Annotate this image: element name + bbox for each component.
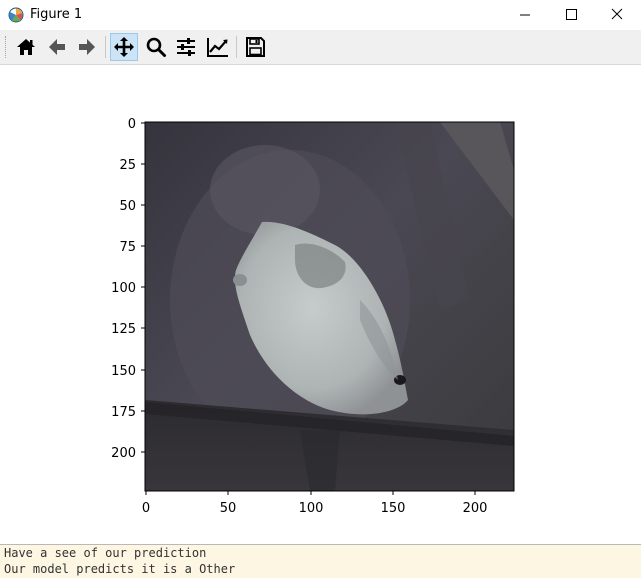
- y-tick-label: 0: [128, 117, 136, 132]
- magnifier-icon: [146, 37, 166, 57]
- x-tick-label: 200: [463, 501, 488, 516]
- y-tick-label: 25: [119, 158, 136, 173]
- subplots-button[interactable]: [172, 33, 200, 61]
- home-icon: [17, 39, 35, 55]
- floppy-disk-icon: [246, 37, 265, 57]
- arrow-left-icon: [49, 39, 65, 55]
- y-tick-label: 125: [111, 322, 136, 337]
- sliders-icon: [177, 38, 195, 56]
- status-line-1: Have a see of our prediction: [4, 546, 207, 560]
- close-icon: [611, 8, 623, 20]
- arrow-right-icon: [79, 39, 95, 55]
- y-tick-label: 200: [111, 446, 136, 461]
- x-tick-label: 100: [299, 501, 324, 516]
- status-area: Have a see of our prediction Our model p…: [0, 544, 641, 578]
- window-title: Figure 1: [30, 7, 83, 22]
- status-line-2: Our model predicts it is a Other: [4, 562, 236, 576]
- edit-axes-button[interactable]: [204, 33, 232, 61]
- save-button[interactable]: [241, 33, 269, 61]
- x-axis: 0 50 100 150 200: [142, 491, 488, 516]
- zoom-button[interactable]: [142, 33, 170, 61]
- x-tick-label: 50: [220, 501, 237, 516]
- maximize-icon: [566, 9, 577, 20]
- navigation-toolbar: [0, 30, 641, 65]
- toolbar-separator: [236, 36, 237, 58]
- line-chart-icon: [207, 38, 228, 57]
- matplotlib-icon: [8, 7, 24, 23]
- axes[interactable]: 0 25 50 75 100 125 150 175 200 0 50 100 …: [0, 65, 641, 544]
- image-display: [145, 122, 514, 491]
- y-tick-label: 75: [119, 240, 136, 255]
- y-axis: 0 25 50 75 100 125 150 175 200: [111, 117, 145, 461]
- y-tick-label: 175: [111, 405, 136, 420]
- y-tick-label: 50: [119, 199, 136, 214]
- y-tick-label: 100: [111, 281, 136, 296]
- close-button[interactable]: [594, 0, 640, 30]
- minimize-button[interactable]: [502, 0, 548, 30]
- toolbar-grip[interactable]: [5, 36, 9, 58]
- pan-button[interactable]: [110, 33, 138, 61]
- title-bar: Figure 1: [0, 0, 641, 30]
- home-button[interactable]: [12, 33, 40, 61]
- forward-button[interactable]: [73, 33, 101, 61]
- x-tick-label: 150: [381, 501, 406, 516]
- move-arrows-icon: [114, 37, 134, 57]
- toolbar-separator: [105, 36, 106, 58]
- x-tick-label: 0: [142, 501, 150, 516]
- minimize-icon: [520, 14, 530, 16]
- figure-canvas[interactable]: 0 25 50 75 100 125 150 175 200 0 50 100 …: [0, 65, 641, 544]
- back-button[interactable]: [43, 33, 71, 61]
- maximize-button[interactable]: [548, 0, 594, 30]
- y-tick-label: 150: [111, 364, 136, 379]
